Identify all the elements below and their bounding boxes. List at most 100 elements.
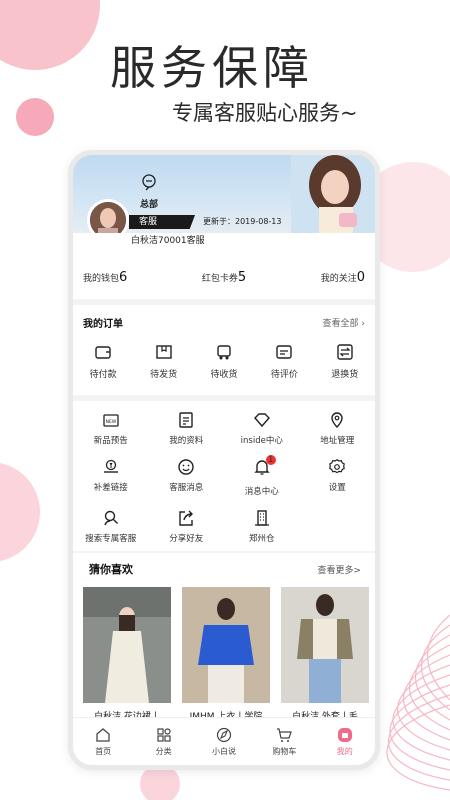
new-icon: NEW: [103, 414, 119, 427]
exchange-icon: [337, 344, 353, 360]
order-returns[interactable]: 退换货: [317, 343, 373, 380]
tab-me[interactable]: 我的: [320, 727, 370, 757]
orders-card: 我的订单 查看全部 › 待付款 待发货 待收货 待评价 退换货: [73, 305, 375, 395]
stat-value: 6: [119, 269, 128, 285]
stat-coupons[interactable]: 红包卡券5: [202, 270, 246, 285]
share-icon: [179, 510, 194, 526]
tool-price-diff-link[interactable]: 补差链接: [73, 458, 149, 497]
tools-card: NEW 新品预告 我的资料 inside中心 地址管理 补差链接 客服消息 1 …: [73, 401, 375, 551]
tab-label: 小白说: [211, 746, 236, 756]
app-promo-screen: 服务保障 专属客服贴心服务~ 总部 客服 更新于：2019-08-13 白秋洁7…: [0, 0, 450, 800]
stat-wallet[interactable]: 我的钱包6: [83, 270, 127, 285]
bottom-tab-bar: 首页 分类 小白说 购物车 我的: [73, 717, 375, 765]
order-label: 待评价: [270, 370, 298, 380]
order-pending-payment[interactable]: 待付款: [75, 343, 131, 380]
location-icon: [331, 412, 343, 428]
product-image: [281, 587, 369, 703]
profile-banner: 总部 客服 更新于：2019-08-13: [73, 155, 375, 241]
stat-following[interactable]: 我的关注0: [321, 270, 365, 285]
tab-category[interactable]: 分类: [139, 727, 189, 757]
tab-xiaobai[interactable]: 小白说: [199, 727, 249, 757]
tab-home[interactable]: 首页: [78, 727, 128, 757]
hq-button[interactable]: 总部: [135, 173, 163, 210]
recommend-section: 猜你喜欢 查看更多> 白秋洁 花边裙丨 IMHM 上衣丨学院: [73, 553, 375, 722]
money-hand-icon: [103, 459, 118, 473]
warehouse-icon: [254, 510, 269, 526]
profile-doc-icon: [179, 412, 193, 428]
me-icon: [337, 727, 352, 742]
order-label: 退换货: [331, 370, 359, 380]
recommend-title: 猜你喜欢: [89, 563, 133, 576]
view-more-link[interactable]: 查看更多>: [317, 563, 361, 576]
banner-photo: [291, 155, 375, 233]
tool-label: 补差链接: [93, 483, 128, 493]
view-all-label: 查看全部: [322, 319, 359, 329]
order-pending-shipment[interactable]: 待发货: [136, 343, 192, 380]
order-label: 待付款: [89, 370, 117, 380]
stat-label: 我的关注: [320, 273, 357, 284]
tool-new-arrivals[interactable]: NEW 新品预告: [73, 411, 149, 446]
tool-label: inside中心: [240, 436, 283, 446]
truck-icon: [217, 345, 231, 360]
smile-icon: [178, 459, 194, 475]
decor-circle: [0, 0, 100, 70]
tool-label: 新品预告: [93, 436, 128, 446]
tab-label: 购物车: [272, 746, 297, 756]
product-card[interactable]: IMHM 上衣丨学院: [182, 587, 270, 722]
notification-badge: 1: [265, 455, 276, 465]
tool-address[interactable]: 地址管理: [300, 411, 376, 446]
tab-label: 首页: [95, 746, 112, 756]
updated-date: 更新于：2019-08-13: [203, 217, 282, 226]
product-card[interactable]: 白秋洁 外套丨毛: [281, 587, 369, 722]
tab-cart[interactable]: 购物车: [259, 727, 309, 757]
tool-my-profile[interactable]: 我的资料: [149, 411, 225, 446]
box-icon: [155, 345, 172, 359]
tool-label: 郑州仓: [248, 534, 275, 544]
product-image: [83, 587, 171, 703]
product-image: [182, 587, 270, 703]
hero-title: 服务保障: [110, 41, 314, 95]
tool-label: 搜索专属客服: [85, 534, 137, 544]
tool-message-center[interactable]: 1 消息中心: [224, 455, 300, 497]
tool-search-service[interactable]: 搜索专属客服: [73, 509, 149, 544]
tool-service-messages[interactable]: 客服消息: [149, 458, 225, 497]
tab-label: 我的: [336, 746, 353, 756]
decor-circle: [0, 462, 40, 562]
profile-info: 白秋洁70001客服: [73, 233, 375, 255]
tool-share-friends[interactable]: 分享好友: [149, 509, 225, 544]
hero-subtitle: 专属客服贴心服务~: [172, 101, 358, 125]
order-label: 待发货: [150, 370, 178, 380]
decor-circle: [16, 98, 54, 136]
order-pending-review[interactable]: 待评价: [256, 343, 312, 380]
tool-zhengzhou-warehouse[interactable]: 郑州仓: [224, 509, 300, 544]
stat-value: 0: [356, 269, 365, 285]
compass-icon: [216, 727, 232, 742]
tool-label: 地址管理: [320, 436, 355, 446]
tab-label: 分类: [155, 746, 172, 756]
orders-title: 我的订单: [83, 319, 123, 330]
product-card[interactable]: 白秋洁 花边裙丨: [83, 587, 171, 722]
stat-label: 红包卡券: [201, 273, 238, 284]
headset-icon: [142, 174, 156, 191]
tool-label: 消息中心: [244, 487, 279, 497]
diamond-icon: [253, 413, 270, 428]
review-icon: [276, 345, 293, 359]
tool-inside-center[interactable]: inside中心: [224, 411, 300, 446]
tool-label: 客服消息: [169, 483, 204, 493]
stats-bar: 我的钱包6 红包卡券5 我的关注0: [73, 255, 375, 299]
tool-settings[interactable]: 设置: [300, 458, 376, 497]
tool-label: 分享好友: [169, 534, 204, 544]
decor-waves: [386, 614, 450, 791]
view-all-orders-link[interactable]: 查看全部 ›: [323, 316, 366, 329]
wallet-icon: [95, 346, 111, 359]
store-name: 白秋洁70001客服: [131, 236, 205, 246]
search-user-icon: [104, 510, 118, 526]
phone-mockup: 总部 客服 更新于：2019-08-13 白秋洁70001客服 我的钱包6 红包…: [68, 150, 380, 770]
hq-label: 总部: [139, 200, 158, 210]
home-icon: [96, 727, 110, 742]
category-icon: [156, 727, 171, 742]
order-pending-receipt[interactable]: 待收货: [196, 343, 252, 380]
gear-icon: [329, 459, 346, 474]
stat-value: 5: [237, 269, 247, 285]
tool-label: 我的资料: [169, 436, 204, 446]
